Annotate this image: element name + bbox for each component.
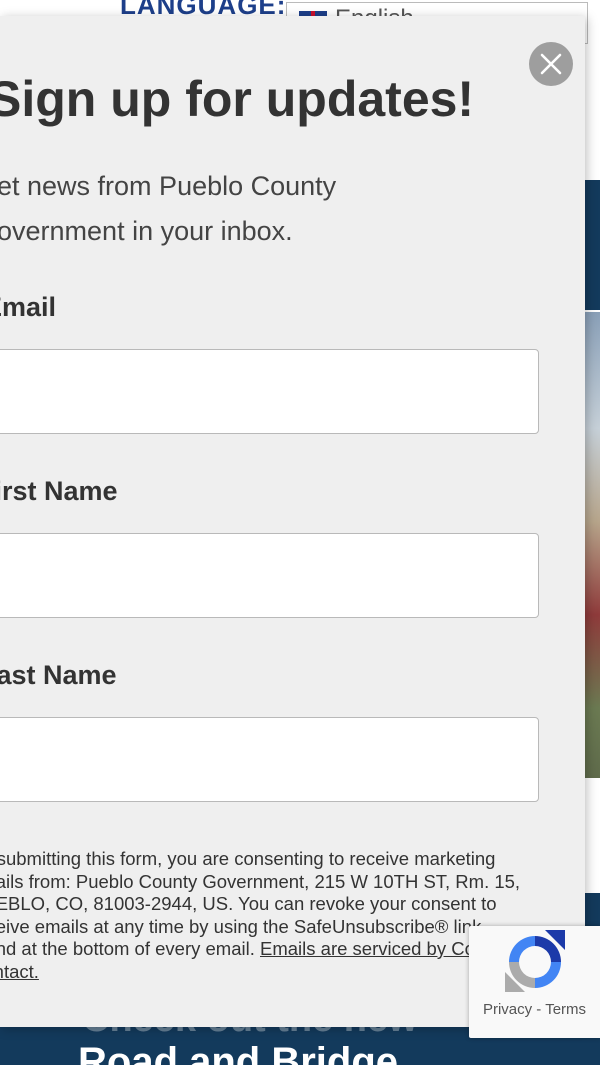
- modal-description: Get news from Pueblo County Government i…: [0, 171, 337, 246]
- close-button[interactable]: [529, 42, 573, 86]
- recaptcha-icon: [505, 930, 565, 992]
- signup-modal: Sign up for updates! Get news from Puebl…: [0, 16, 585, 1027]
- background-banner: [585, 180, 600, 310]
- recaptcha-badge[interactable]: Privacy - Terms: [469, 926, 600, 1038]
- consent-text: By submitting this form, you are consent…: [0, 848, 530, 983]
- first-name-field[interactable]: [0, 533, 539, 618]
- recaptcha-terms-link[interactable]: Terms: [545, 1001, 586, 1018]
- email-field[interactable]: [0, 349, 539, 434]
- recaptcha-separator: -: [532, 1001, 546, 1018]
- promo-heading[interactable]: Road and Bridge: [78, 1040, 398, 1085]
- recaptcha-privacy-link[interactable]: Privacy: [483, 1001, 532, 1018]
- close-icon: [540, 53, 562, 75]
- first-name-label: First Name: [0, 476, 118, 506]
- modal-title: Sign up for updates!: [0, 71, 475, 127]
- recaptcha-links: Privacy - Terms: [469, 1001, 600, 1018]
- last-name-field[interactable]: [0, 717, 539, 802]
- background-courthouse-photo: [585, 312, 600, 778]
- last-name-label: Last Name: [0, 660, 117, 690]
- email-label: Email: [0, 292, 57, 322]
